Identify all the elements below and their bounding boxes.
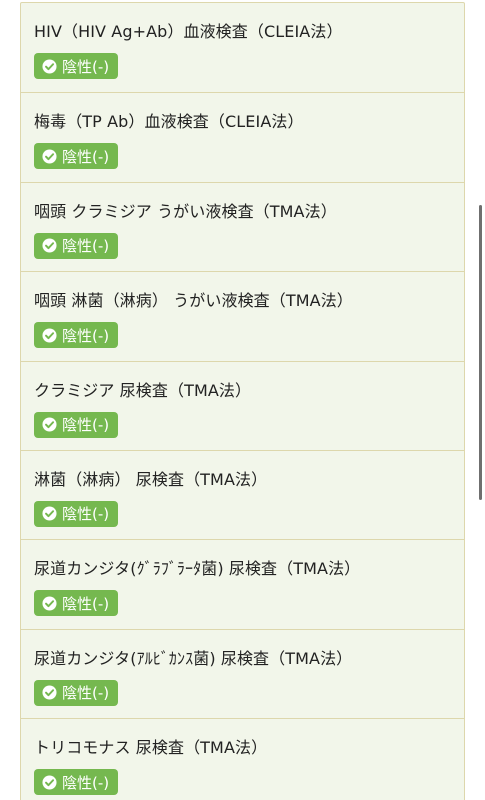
list-item: 淋菌（淋病） 尿検査（TMA法） 陰性(-) [21,449,464,539]
list-item: 尿道カンジタ(ｸﾞﾗﾌﾞﾗｰﾀ菌) 尿検査（TMA法） 陰性(-) [21,539,464,628]
test-name: 咽頭 クラミジア うがい液検査（TMA法） [34,201,337,221]
test-name: 尿道カンジタ(ｱﾙﾋﾞｶﾝｽ菌) 尿検査（TMA法） [34,648,353,668]
result-label: 陰性(-) [62,594,110,613]
check-circle-icon [42,775,57,790]
result-badge: 陰性(-) [34,411,119,438]
list-item: トリコモナス 尿検査（TMA法） 陰性(-) [21,718,464,800]
result-badge: 陰性(-) [34,53,119,79]
result-label: 陰性(-) [62,505,110,524]
result-label: 陰性(-) [62,237,110,256]
check-circle-icon [42,328,57,343]
result-badge: 陰性(-) [34,769,119,796]
result-badge: 陰性(-) [34,322,119,349]
list-item: HIV（HIV Ag+Ab）血液検査（CLEIA法） 陰性(-) [21,3,464,92]
check-circle-icon [42,506,57,521]
check-circle-icon [42,685,57,700]
result-badge: 陰性(-) [34,679,119,706]
result-label: 陰性(-) [62,326,110,345]
scrollbar-thumb[interactable] [479,205,482,500]
test-name: 梅毒（TP Ab）血液検査（CLEIA法） [34,112,304,132]
test-name: 淋菌（淋病） 尿検査（TMA法） [34,469,268,489]
check-circle-icon [42,149,57,164]
list-item: 咽頭 淋菌（淋病） うがい液検査（TMA法） 陰性(-) [21,271,464,360]
test-name: クラミジア 尿検査（TMA法） [34,380,252,400]
result-label: 陰性(-) [62,57,110,76]
test-name: 咽頭 淋菌（淋病） うがい液検査（TMA法） [34,291,353,311]
test-name: トリコモナス 尿検査（TMA法） [34,738,268,758]
list-item: クラミジア 尿検査（TMA法） 陰性(-) [21,360,464,450]
check-circle-icon [42,417,57,432]
test-name: 尿道カンジタ(ｸﾞﾗﾌﾞﾗｰﾀ菌) 尿検査（TMA法） [34,559,361,579]
result-label: 陰性(-) [62,773,110,792]
test-name: HIV（HIV Ag+Ab）血液検査（CLEIA法） [34,22,343,41]
test-results-list: HIV（HIV Ag+Ab）血液検査（CLEIA法） 陰性(-) 梅毒（TP A… [20,2,465,800]
check-circle-icon [42,238,57,253]
check-circle-icon [42,58,57,74]
results-viewport: HIV（HIV Ag+Ab）血液検査（CLEIA法） 陰性(-) 梅毒（TP A… [0,0,485,800]
list-item: 尿道カンジタ(ｱﾙﾋﾞｶﾝｽ菌) 尿検査（TMA法） 陰性(-) [21,628,464,718]
result-label: 陰性(-) [62,684,110,703]
result-badge: 陰性(-) [34,143,119,170]
list-item: 梅毒（TP Ab）血液検査（CLEIA法） 陰性(-) [21,92,464,181]
check-circle-icon [42,596,57,611]
result-label: 陰性(-) [62,416,110,435]
result-badge: 陰性(-) [34,590,119,617]
result-badge: 陰性(-) [34,500,119,527]
result-label: 陰性(-) [62,147,110,166]
list-item: 咽頭 クラミジア うがい液検査（TMA法） 陰性(-) [21,181,464,271]
result-badge: 陰性(-) [34,232,119,259]
